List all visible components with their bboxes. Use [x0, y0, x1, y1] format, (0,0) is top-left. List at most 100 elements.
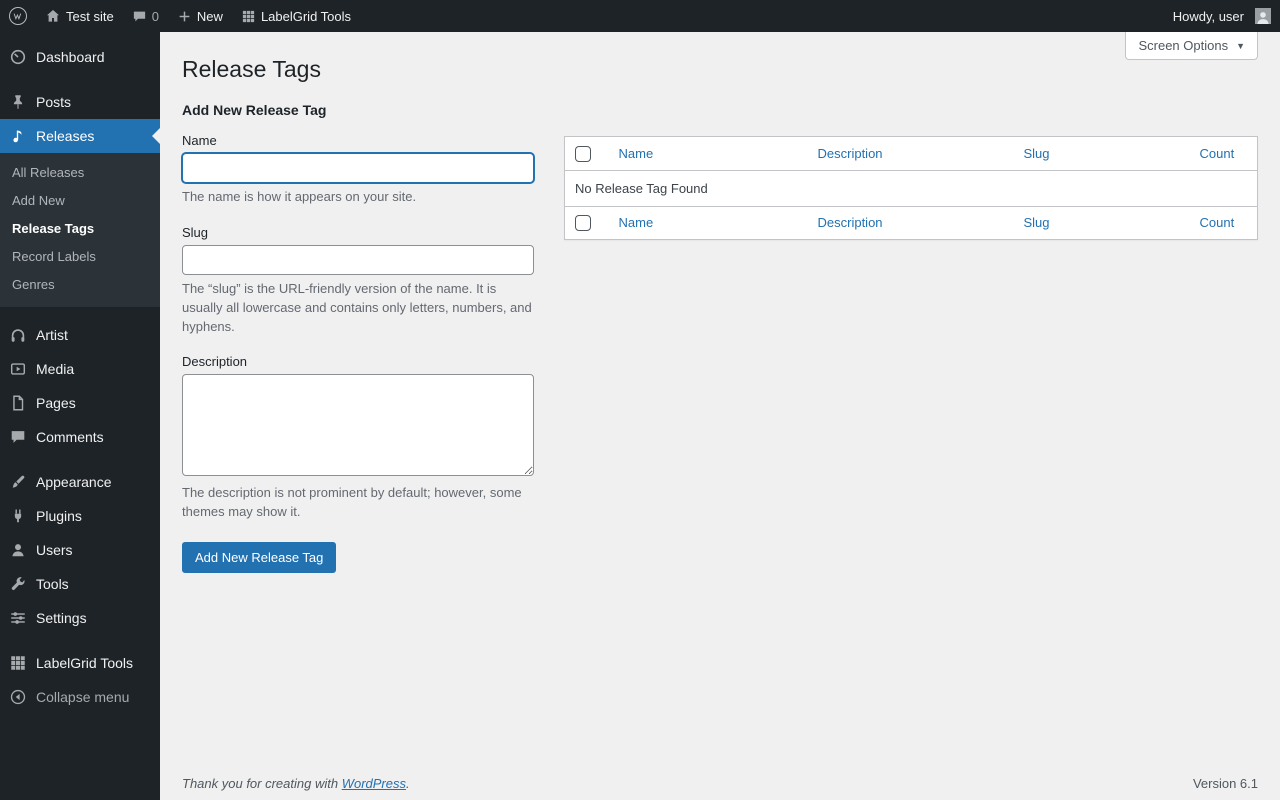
footer-version: Version 6.1: [1193, 776, 1258, 791]
page-title: Release Tags: [182, 32, 1258, 84]
gauge-icon: [8, 47, 28, 67]
no-items-message: No Release Tag Found: [565, 170, 1258, 206]
releases-submenu: All Releases Add New Release Tags Record…: [0, 153, 160, 307]
my-account-button[interactable]: Howdy, user: [1164, 0, 1280, 32]
comment-bubble-icon: [132, 9, 147, 24]
sidebar-label-appearance: Appearance: [36, 474, 112, 490]
sidebar-label-media: Media: [36, 361, 74, 377]
table-footer-row: Name Description Slug Count: [565, 206, 1258, 240]
sidebar-item-dashboard[interactable]: Dashboard: [0, 40, 160, 74]
avatar: [1255, 8, 1271, 24]
grid-icon: [8, 653, 28, 673]
submenu-add-new[interactable]: Add New: [0, 187, 160, 215]
pushpin-icon: [8, 92, 28, 112]
sidebar-item-users[interactable]: Users: [0, 533, 160, 567]
submenu-record-labels[interactable]: Record Labels: [0, 243, 160, 271]
sort-description-footer[interactable]: Description: [818, 215, 883, 230]
submenu-genres[interactable]: Genres: [0, 271, 160, 299]
wordpress-link[interactable]: WordPress: [342, 776, 406, 791]
name-input[interactable]: [182, 153, 534, 183]
sidebar-label-releases: Releases: [36, 128, 94, 144]
sidebar-item-appearance[interactable]: Appearance: [0, 465, 160, 499]
screen-options-label: Screen Options: [1138, 38, 1228, 53]
submenu-release-tags[interactable]: Release Tags: [0, 215, 160, 243]
wrench-icon: [8, 574, 28, 594]
sidebar-label-pages: Pages: [36, 395, 76, 411]
name-field-group: Name The name is how it appears on your …: [182, 133, 534, 207]
sidebar-label-labelgrid-tools: LabelGrid Tools: [36, 655, 133, 671]
slug-field-group: Slug The “slug” is the URL-friendly vers…: [182, 225, 534, 337]
sidebar-label-dashboard: Dashboard: [36, 49, 105, 65]
page-icon: [8, 393, 28, 413]
sidebar-item-media[interactable]: Media: [0, 352, 160, 386]
sort-slug-footer[interactable]: Slug: [1024, 215, 1050, 230]
sort-count-header[interactable]: Count: [1200, 146, 1235, 161]
site-name-button[interactable]: Test site: [36, 0, 123, 32]
sidebar-item-releases[interactable]: Releases: [0, 119, 160, 153]
howdy-label: Howdy, user: [1173, 9, 1244, 24]
select-all-checkbox-bottom[interactable]: [575, 215, 591, 231]
plug-icon: [8, 506, 28, 526]
sidebar-item-posts[interactable]: Posts: [0, 85, 160, 119]
sidebar-item-labelgrid-tools[interactable]: LabelGrid Tools: [0, 646, 160, 680]
description-help-text: The description is not prominent by defa…: [182, 484, 534, 522]
user-icon: [8, 540, 28, 560]
site-name-label: Test site: [66, 9, 114, 24]
headphones-icon: [8, 325, 28, 345]
sort-slug-header[interactable]: Slug: [1024, 146, 1050, 161]
new-content-button[interactable]: New: [168, 0, 232, 32]
grid-icon: [241, 9, 256, 24]
admin-bar: Test site 0 New LabelGrid Tools Howdy, u…: [0, 0, 1280, 32]
sort-description-header[interactable]: Description: [818, 146, 883, 161]
collapse-arrow-icon: [8, 687, 28, 707]
sidebar-item-comments[interactable]: Comments: [0, 420, 160, 454]
select-all-checkbox-top[interactable]: [575, 146, 591, 162]
admin-bar-left: Test site 0 New LabelGrid Tools: [0, 0, 360, 32]
sidebar-label-artist: Artist: [36, 327, 68, 343]
labelgrid-admin-bar-button[interactable]: LabelGrid Tools: [232, 0, 360, 32]
sidebar-item-tools[interactable]: Tools: [0, 567, 160, 601]
tags-table: Name Description Slug Count No Release T…: [564, 136, 1258, 240]
footer-thanks: Thank you for creating with WordPress.: [182, 776, 410, 791]
add-new-release-tag-button[interactable]: Add New Release Tag: [182, 542, 336, 573]
comment-count: 0: [152, 9, 159, 24]
media-play-icon: [8, 359, 28, 379]
sort-count-footer[interactable]: Count: [1200, 215, 1235, 230]
submenu-all-releases[interactable]: All Releases: [0, 159, 160, 187]
wordpress-logo-icon: [9, 7, 27, 25]
speech-bubble-icon: [8, 427, 28, 447]
sidebar: Dashboard Posts Releases All Releases Ad…: [0, 32, 160, 800]
admin-bar-right: Howdy, user: [1164, 0, 1280, 32]
sliders-icon: [8, 608, 28, 628]
empty-table-row: No Release Tag Found: [565, 170, 1258, 206]
paintbrush-icon: [8, 472, 28, 492]
wordpress-menu-button[interactable]: [0, 0, 36, 32]
music-note-icon: [8, 126, 28, 146]
admin-footer: Thank you for creating with WordPress. V…: [182, 776, 1258, 791]
comments-admin-bar-button[interactable]: 0: [123, 0, 168, 32]
sidebar-label-users: Users: [36, 542, 73, 558]
sidebar-item-plugins[interactable]: Plugins: [0, 499, 160, 533]
two-column-layout: Add New Release Tag Name The name is how…: [182, 102, 1258, 573]
description-field-group: Description The description is not promi…: [182, 354, 534, 522]
sidebar-item-artist[interactable]: Artist: [0, 318, 160, 352]
sidebar-label-settings: Settings: [36, 610, 87, 626]
sidebar-item-settings[interactable]: Settings: [0, 601, 160, 635]
plus-icon: [177, 9, 192, 24]
slug-input[interactable]: [182, 245, 534, 275]
screen-options-button[interactable]: Screen Options ▼: [1125, 32, 1258, 60]
name-label: Name: [182, 133, 534, 148]
sort-name-header[interactable]: Name: [619, 146, 654, 161]
table-header-row: Name Description Slug Count: [565, 137, 1258, 171]
slug-label: Slug: [182, 225, 534, 240]
home-icon: [45, 8, 61, 24]
sidebar-label-tools: Tools: [36, 576, 69, 592]
form-heading: Add New Release Tag: [182, 102, 534, 118]
sidebar-label-posts: Posts: [36, 94, 71, 110]
chevron-down-icon: ▼: [1236, 41, 1245, 51]
sort-name-footer[interactable]: Name: [619, 215, 654, 230]
collapse-menu-button[interactable]: Collapse menu: [0, 680, 160, 714]
sidebar-item-pages[interactable]: Pages: [0, 386, 160, 420]
name-help-text: The name is how it appears on your site.: [182, 188, 534, 207]
description-textarea[interactable]: [182, 374, 534, 476]
